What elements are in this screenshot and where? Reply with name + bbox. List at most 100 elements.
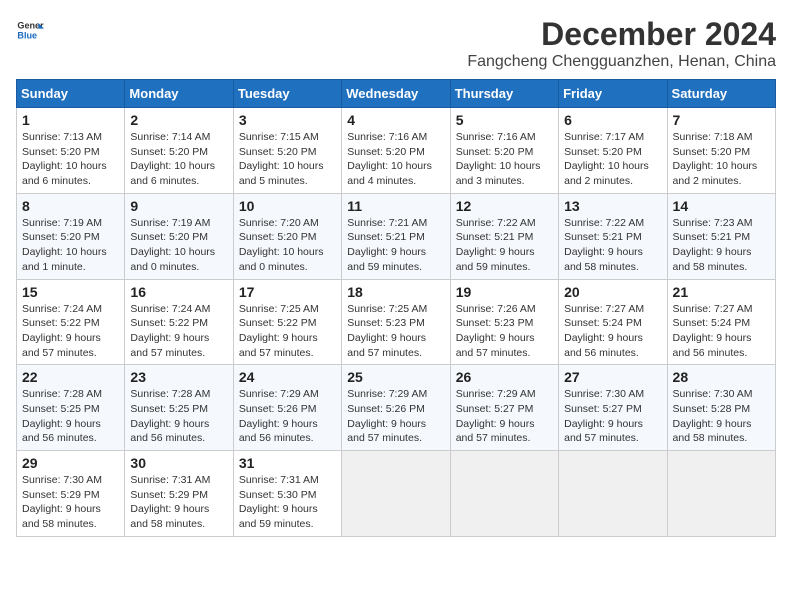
calendar-cell: 24 Sunrise: 7:29 AMSunset: 5:26 PMDayligh…	[233, 365, 341, 451]
calendar-cell: 27 Sunrise: 7:30 AMSunset: 5:27 PMDayligh…	[559, 365, 667, 451]
day-number: 12	[456, 198, 553, 214]
cell-info: Sunrise: 7:27 AMSunset: 5:24 PMDaylight:…	[564, 302, 661, 361]
cell-info: Sunrise: 7:13 AMSunset: 5:20 PMDaylight:…	[22, 130, 119, 189]
svg-text:Blue: Blue	[17, 30, 37, 40]
cell-info: Sunrise: 7:29 AMSunset: 5:27 PMDaylight:…	[456, 387, 553, 446]
calendar-table: SundayMondayTuesdayWednesdayThursdayFrid…	[16, 79, 776, 537]
cell-info: Sunrise: 7:22 AMSunset: 5:21 PMDaylight:…	[456, 216, 553, 275]
calendar-cell: 14Sunrise: 7:23 AMSunset: 5:21 PMDayligh…	[667, 193, 775, 279]
day-number: 23	[130, 369, 227, 385]
day-number: 4	[347, 112, 444, 128]
day-number: 17	[239, 284, 336, 300]
calendar-week-5: 29 Sunrise: 7:30 AMSunset: 5:29 PMDayligh…	[17, 451, 776, 537]
day-number: 30	[130, 455, 227, 471]
calendar-cell: 5 Sunrise: 7:16 AMSunset: 5:20 PMDaylight…	[450, 108, 558, 194]
calendar-cell: 26 Sunrise: 7:29 AMSunset: 5:27 PMDayligh…	[450, 365, 558, 451]
cell-info: Sunrise: 7:19 AMSunset: 5:20 PMDaylight:…	[22, 216, 119, 275]
calendar-cell: 11 Sunrise: 7:21 AMSunset: 5:21 PMDayligh…	[342, 193, 450, 279]
header-saturday: Saturday	[667, 80, 775, 108]
cell-info: Sunrise: 7:26 AMSunset: 5:23 PMDaylight:…	[456, 302, 553, 361]
calendar-cell: 2 Sunrise: 7:14 AMSunset: 5:20 PMDaylight…	[125, 108, 233, 194]
header-thursday: Thursday	[450, 80, 558, 108]
cell-info: Sunrise: 7:28 AMSunset: 5:25 PMDaylight:…	[130, 387, 227, 446]
calendar-cell: 16 Sunrise: 7:24 AMSunset: 5:22 PMDayligh…	[125, 279, 233, 365]
calendar-cell: 6Sunrise: 7:17 AMSunset: 5:20 PMDaylight…	[559, 108, 667, 194]
calendar-cell: 19 Sunrise: 7:26 AMSunset: 5:23 PMDayligh…	[450, 279, 558, 365]
title-area: December 2024 Fangcheng Chengguanzhen, H…	[467, 16, 776, 71]
day-number: 18	[347, 284, 444, 300]
calendar-cell: 21 Sunrise: 7:27 AMSunset: 5:24 PMDayligh…	[667, 279, 775, 365]
cell-info: Sunrise: 7:28 AMSunset: 5:25 PMDaylight:…	[22, 387, 119, 446]
cell-info: Sunrise: 7:30 AMSunset: 5:29 PMDaylight:…	[22, 473, 119, 532]
day-number: 2	[130, 112, 227, 128]
day-number: 31	[239, 455, 336, 471]
day-number: 3	[239, 112, 336, 128]
calendar-cell: 1 Sunrise: 7:13 AMSunset: 5:20 PMDaylight…	[17, 108, 125, 194]
calendar-cell: 31 Sunrise: 7:31 AMSunset: 5:30 PMDayligh…	[233, 451, 341, 537]
location-title: Fangcheng Chengguanzhen, Henan, China	[467, 53, 776, 71]
calendar-cell: 8 Sunrise: 7:19 AMSunset: 5:20 PMDaylight…	[17, 193, 125, 279]
cell-info: Sunrise: 7:30 AMSunset: 5:27 PMDaylight:…	[564, 387, 661, 446]
cell-info: Sunrise: 7:31 AMSunset: 5:30 PMDaylight:…	[239, 473, 336, 532]
header-sunday: Sunday	[17, 80, 125, 108]
calendar-week-3: 15 Sunrise: 7:24 AMSunset: 5:22 PMDayligh…	[17, 279, 776, 365]
calendar-cell: 10Sunrise: 7:20 AMSunset: 5:20 PMDayligh…	[233, 193, 341, 279]
calendar-week-4: 22Sunrise: 7:28 AMSunset: 5:25 PMDayligh…	[17, 365, 776, 451]
calendar-cell: 18 Sunrise: 7:25 AMSunset: 5:23 PMDayligh…	[342, 279, 450, 365]
calendar-cell: 30Sunrise: 7:31 AMSunset: 5:29 PMDayligh…	[125, 451, 233, 537]
cell-info: Sunrise: 7:16 AMSunset: 5:20 PMDaylight:…	[456, 130, 553, 189]
calendar-cell	[559, 451, 667, 537]
day-number: 25	[347, 369, 444, 385]
day-number: 5	[456, 112, 553, 128]
calendar-cell: 20 Sunrise: 7:27 AMSunset: 5:24 PMDayligh…	[559, 279, 667, 365]
calendar-cell: 22Sunrise: 7:28 AMSunset: 5:25 PMDayligh…	[17, 365, 125, 451]
day-number: 7	[673, 112, 770, 128]
cell-info: Sunrise: 7:29 AMSunset: 5:26 PMDaylight:…	[239, 387, 336, 446]
calendar-cell: 4 Sunrise: 7:16 AMSunset: 5:20 PMDaylight…	[342, 108, 450, 194]
calendar-cell: 12 Sunrise: 7:22 AMSunset: 5:21 PMDayligh…	[450, 193, 558, 279]
cell-info: Sunrise: 7:21 AMSunset: 5:21 PMDaylight:…	[347, 216, 444, 275]
cell-info: Sunrise: 7:25 AMSunset: 5:23 PMDaylight:…	[347, 302, 444, 361]
day-number: 26	[456, 369, 553, 385]
cell-info: Sunrise: 7:15 AMSunset: 5:20 PMDaylight:…	[239, 130, 336, 189]
cell-info: Sunrise: 7:24 AMSunset: 5:22 PMDaylight:…	[130, 302, 227, 361]
cell-info: Sunrise: 7:30 AMSunset: 5:28 PMDaylight:…	[673, 387, 770, 446]
cell-info: Sunrise: 7:14 AMSunset: 5:20 PMDaylight:…	[130, 130, 227, 189]
day-number: 19	[456, 284, 553, 300]
day-number: 11	[347, 198, 444, 214]
cell-info: Sunrise: 7:18 AMSunset: 5:20 PMDaylight:…	[673, 130, 770, 189]
cell-info: Sunrise: 7:16 AMSunset: 5:20 PMDaylight:…	[347, 130, 444, 189]
calendar-cell: 7 Sunrise: 7:18 AMSunset: 5:20 PMDaylight…	[667, 108, 775, 194]
day-number: 15	[22, 284, 119, 300]
calendar-cell: 17 Sunrise: 7:25 AMSunset: 5:22 PMDayligh…	[233, 279, 341, 365]
logo: General Blue	[16, 16, 44, 44]
day-number: 21	[673, 284, 770, 300]
header: General Blue December 2024 Fangcheng Che…	[16, 16, 776, 71]
day-number: 8	[22, 198, 119, 214]
calendar-week-2: 8 Sunrise: 7:19 AMSunset: 5:20 PMDaylight…	[17, 193, 776, 279]
cell-info: Sunrise: 7:19 AMSunset: 5:20 PMDaylight:…	[130, 216, 227, 275]
calendar-cell: 13Sunrise: 7:22 AMSunset: 5:21 PMDayligh…	[559, 193, 667, 279]
day-number: 9	[130, 198, 227, 214]
cell-info: Sunrise: 7:25 AMSunset: 5:22 PMDaylight:…	[239, 302, 336, 361]
day-number: 1	[22, 112, 119, 128]
cell-info: Sunrise: 7:24 AMSunset: 5:22 PMDaylight:…	[22, 302, 119, 361]
header-monday: Monday	[125, 80, 233, 108]
calendar-cell	[450, 451, 558, 537]
calendar-cell: 29 Sunrise: 7:30 AMSunset: 5:29 PMDayligh…	[17, 451, 125, 537]
cell-info: Sunrise: 7:27 AMSunset: 5:24 PMDaylight:…	[673, 302, 770, 361]
day-number: 10	[239, 198, 336, 214]
calendar-cell: 25Sunrise: 7:29 AMSunset: 5:26 PMDayligh…	[342, 365, 450, 451]
logo-icon: General Blue	[16, 16, 44, 44]
day-number: 27	[564, 369, 661, 385]
calendar-cell: 28 Sunrise: 7:30 AMSunset: 5:28 PMDayligh…	[667, 365, 775, 451]
calendar-cell: 9 Sunrise: 7:19 AMSunset: 5:20 PMDaylight…	[125, 193, 233, 279]
day-number: 16	[130, 284, 227, 300]
day-number: 29	[22, 455, 119, 471]
day-number: 14	[673, 198, 770, 214]
day-number: 28	[673, 369, 770, 385]
day-number: 20	[564, 284, 661, 300]
cell-info: Sunrise: 7:17 AMSunset: 5:20 PMDaylight:…	[564, 130, 661, 189]
day-number: 24	[239, 369, 336, 385]
calendar-week-1: 1 Sunrise: 7:13 AMSunset: 5:20 PMDaylight…	[17, 108, 776, 194]
